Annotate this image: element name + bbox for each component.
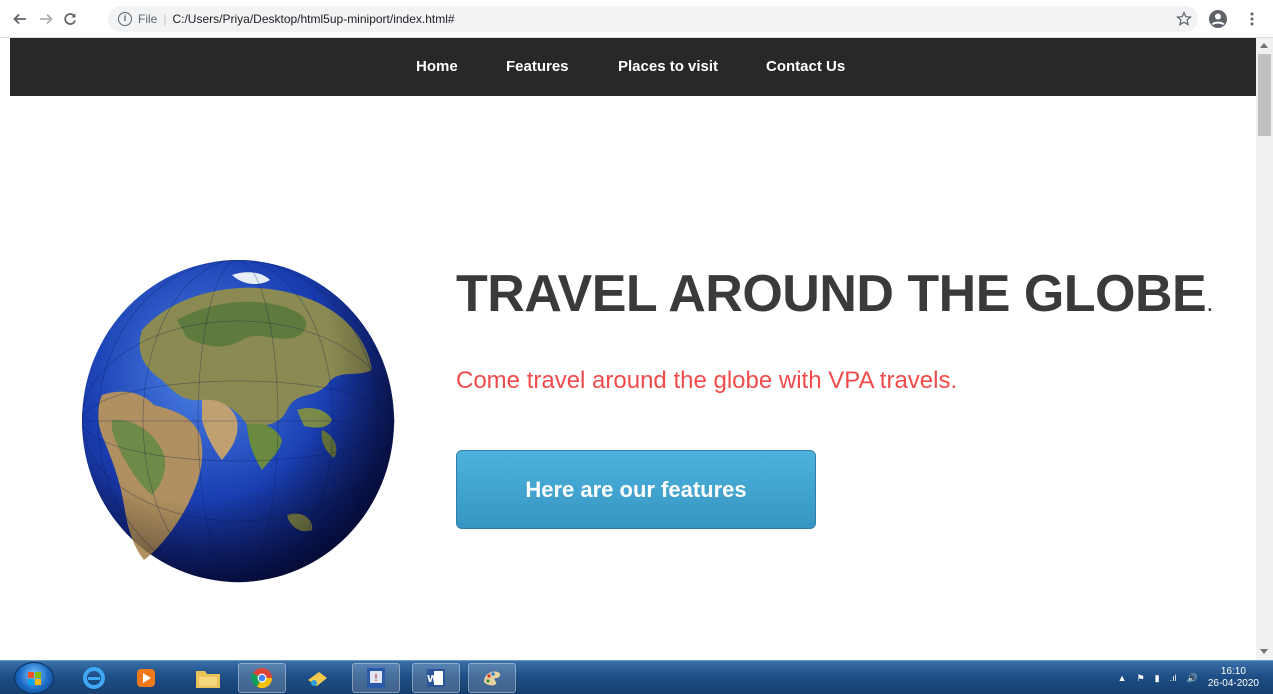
svg-text:W: W bbox=[427, 674, 438, 685]
top-navigation: Home Features Places to visit Contact Us bbox=[10, 38, 1256, 96]
network-signal-icon[interactable]: .ıl bbox=[1170, 673, 1177, 683]
scroll-down-arrow-icon[interactable] bbox=[1260, 649, 1268, 654]
clock-date: 26-04-2020 bbox=[1207, 678, 1259, 689]
features-button[interactable]: Here are our features bbox=[456, 450, 816, 529]
internet-explorer-icon[interactable] bbox=[70, 663, 118, 693]
hero-subtitle: Come travel around the globe with VPA tr… bbox=[456, 367, 958, 394]
address-bar[interactable]: i File | C:/Users/Priya/Desktop/html5up-… bbox=[108, 6, 1198, 32]
tray-expand-icon[interactable]: ▲ bbox=[1118, 673, 1127, 683]
screen: i File | C:/Users/Priya/Desktop/html5up-… bbox=[0, 0, 1273, 694]
nav-home[interactable]: Home bbox=[416, 58, 458, 75]
paint-icon[interactable] bbox=[468, 663, 516, 693]
scroll-thumb[interactable] bbox=[1258, 54, 1271, 136]
nav-features[interactable]: Features bbox=[506, 58, 569, 75]
address-url: C:/Users/Priya/Desktop/html5up-miniport/… bbox=[172, 12, 455, 26]
media-player-icon[interactable] bbox=[122, 663, 170, 693]
action-center-flag-icon[interactable]: ⚑ bbox=[1137, 673, 1145, 684]
forward-arrow-icon[interactable] bbox=[34, 7, 58, 31]
system-tray: ▲ ⚑ ▮ .ıl 🔊 16:10 26-04-2020 bbox=[1118, 661, 1259, 694]
file-explorer-icon[interactable] bbox=[184, 663, 232, 693]
battery-icon[interactable]: ▮ bbox=[1155, 673, 1160, 684]
info-icon[interactable]: i bbox=[118, 12, 132, 26]
taskbar-clock[interactable]: 16:10 26-04-2020 bbox=[1208, 666, 1259, 690]
nav-contact-us[interactable]: Contact Us bbox=[766, 58, 845, 75]
back-arrow-icon[interactable] bbox=[8, 7, 32, 31]
bookmark-star-icon[interactable] bbox=[1172, 7, 1196, 31]
paint-palette-icon[interactable] bbox=[294, 663, 342, 693]
address-scheme: File bbox=[138, 12, 158, 26]
microsoft-word-icon[interactable]: W bbox=[412, 663, 460, 693]
address-separator: | bbox=[163, 12, 167, 26]
menu-kebab-icon[interactable] bbox=[1240, 7, 1264, 31]
volume-icon[interactable]: 🔊 bbox=[1187, 673, 1198, 684]
screen-capture-icon[interactable]: ! bbox=[352, 663, 400, 693]
browser-toolbar: i File | C:/Users/Priya/Desktop/html5up-… bbox=[0, 0, 1273, 38]
hero-title: TRAVEL AROUND THE GLOBE. bbox=[456, 264, 1213, 324]
hero-title-text: TRAVEL AROUND THE GLOBE bbox=[456, 265, 1207, 323]
globe-image bbox=[82, 260, 395, 583]
svg-text:!: ! bbox=[374, 673, 378, 684]
hero-title-period: . bbox=[1206, 287, 1213, 317]
nav-places-to-visit[interactable]: Places to visit bbox=[618, 58, 718, 75]
chrome-icon[interactable] bbox=[238, 663, 286, 693]
page-scrollbar[interactable] bbox=[1256, 38, 1273, 660]
start-button[interactable] bbox=[14, 662, 54, 694]
clock-time: 16:10 bbox=[1220, 666, 1246, 677]
page-viewport: Home Features Places to visit Contact Us bbox=[10, 38, 1256, 660]
reload-icon[interactable] bbox=[58, 7, 82, 31]
windows-taskbar: ! W ▲ ⚑ ▮ .ıl 🔊 16:10 26-04-2020 bbox=[0, 660, 1273, 694]
scroll-up-arrow-icon[interactable] bbox=[1260, 43, 1268, 48]
account-icon[interactable] bbox=[1206, 7, 1230, 31]
